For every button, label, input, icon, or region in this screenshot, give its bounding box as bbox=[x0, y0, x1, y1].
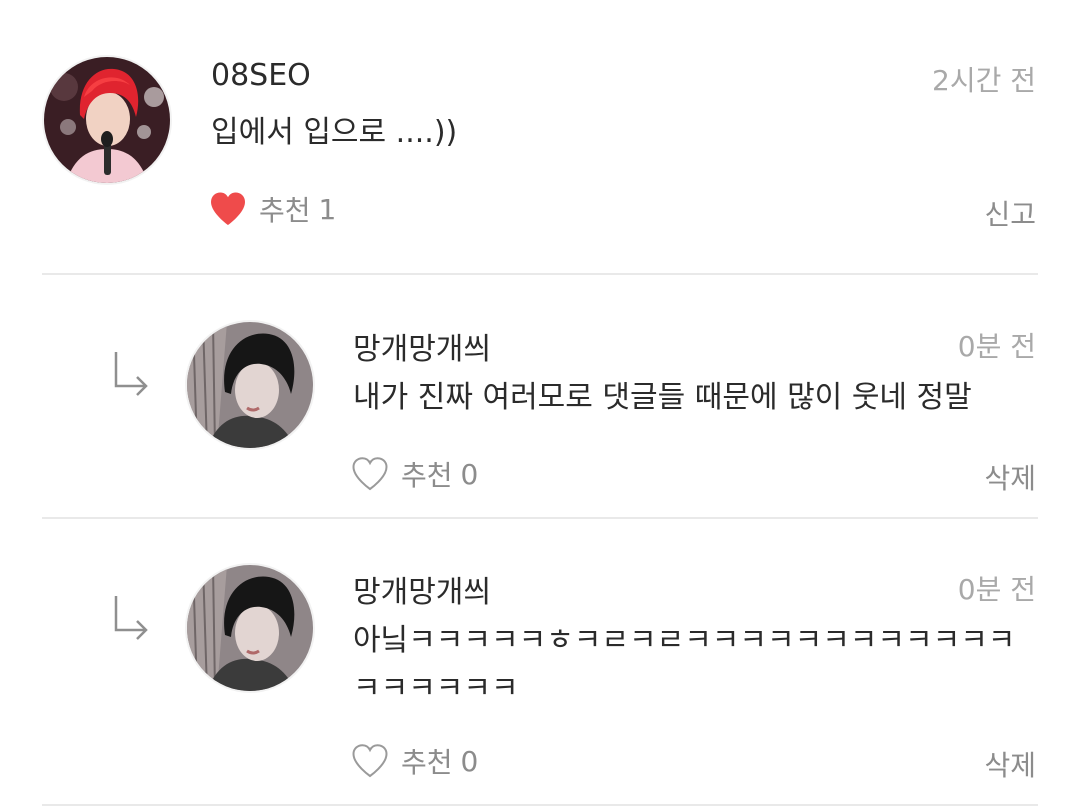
divider bbox=[42, 273, 1038, 275]
delete-button[interactable]: 삭제 bbox=[984, 744, 1036, 784]
like-button[interactable]: 추천 0 bbox=[351, 741, 478, 781]
avatar-image bbox=[187, 565, 313, 691]
reply-item: 망개망개씌 0분 전 아닠ㅋㅋㅋㅋㅋㅎㅋㄹㅋㄹㅋㅋㅋㅋㅋㅋㅋㅋㅋㅋㅋㅋㅋㅋㅋㅋㅋ… bbox=[0, 519, 1080, 810]
heart-outline-icon bbox=[352, 457, 388, 491]
divider bbox=[42, 804, 1038, 806]
reply-arrow-icon bbox=[114, 352, 148, 396]
comment-timestamp: 0분 전 bbox=[957, 573, 1036, 606]
comment-text: 내가 진짜 여러모로 댓글들 때문에 많이 웃네 정말 bbox=[353, 380, 972, 415]
like-count: 1 bbox=[318, 192, 337, 226]
reply-arrow-icon bbox=[114, 596, 148, 640]
delete-button[interactable]: 삭제 bbox=[984, 457, 1036, 497]
comment-item: 08SEO 2시간 전 입에서 입으로 ....)) 추천 1 신고 bbox=[0, 0, 1080, 276]
like-count: 0 bbox=[460, 457, 479, 491]
avatar[interactable] bbox=[187, 565, 313, 691]
avatar-image bbox=[187, 322, 313, 448]
like-button[interactable]: 추천 1 bbox=[209, 189, 336, 229]
heart-outline-icon bbox=[352, 744, 388, 778]
comment-author[interactable]: 망개망개씌 bbox=[353, 567, 491, 611]
like-label: 추천 bbox=[259, 194, 311, 227]
reply-item: 망개망개씌 0분 전 내가 진짜 여러모로 댓글들 때문에 많이 웃네 정말 추… bbox=[0, 276, 1080, 519]
avatar[interactable] bbox=[44, 57, 170, 183]
report-button[interactable]: 신고 bbox=[984, 193, 1036, 233]
heart-filled-icon bbox=[211, 192, 245, 225]
comment-author[interactable]: 망개망개씌 bbox=[353, 324, 491, 368]
comment-author[interactable]: 08SEO bbox=[211, 58, 311, 93]
like-label: 추천 bbox=[401, 459, 453, 492]
like-button[interactable]: 추천 0 bbox=[351, 454, 478, 494]
avatar[interactable] bbox=[187, 322, 313, 448]
comment-timestamp: 2시간 전 bbox=[932, 64, 1036, 97]
like-count: 0 bbox=[460, 744, 479, 778]
comment-text: 입에서 입으로 ....)) bbox=[211, 115, 458, 150]
comment-text: 아닠ㅋㅋㅋㅋㅋㅎㅋㄹㅋㄹㅋㅋㅋㅋㅋㅋㅋㅋㅋㅋㅋㅋㅋㅋㅋㅋㅋㅋ bbox=[353, 623, 1016, 706]
avatar-image bbox=[44, 57, 170, 183]
like-label: 추천 bbox=[401, 746, 453, 779]
comment-timestamp: 0분 전 bbox=[957, 330, 1036, 363]
